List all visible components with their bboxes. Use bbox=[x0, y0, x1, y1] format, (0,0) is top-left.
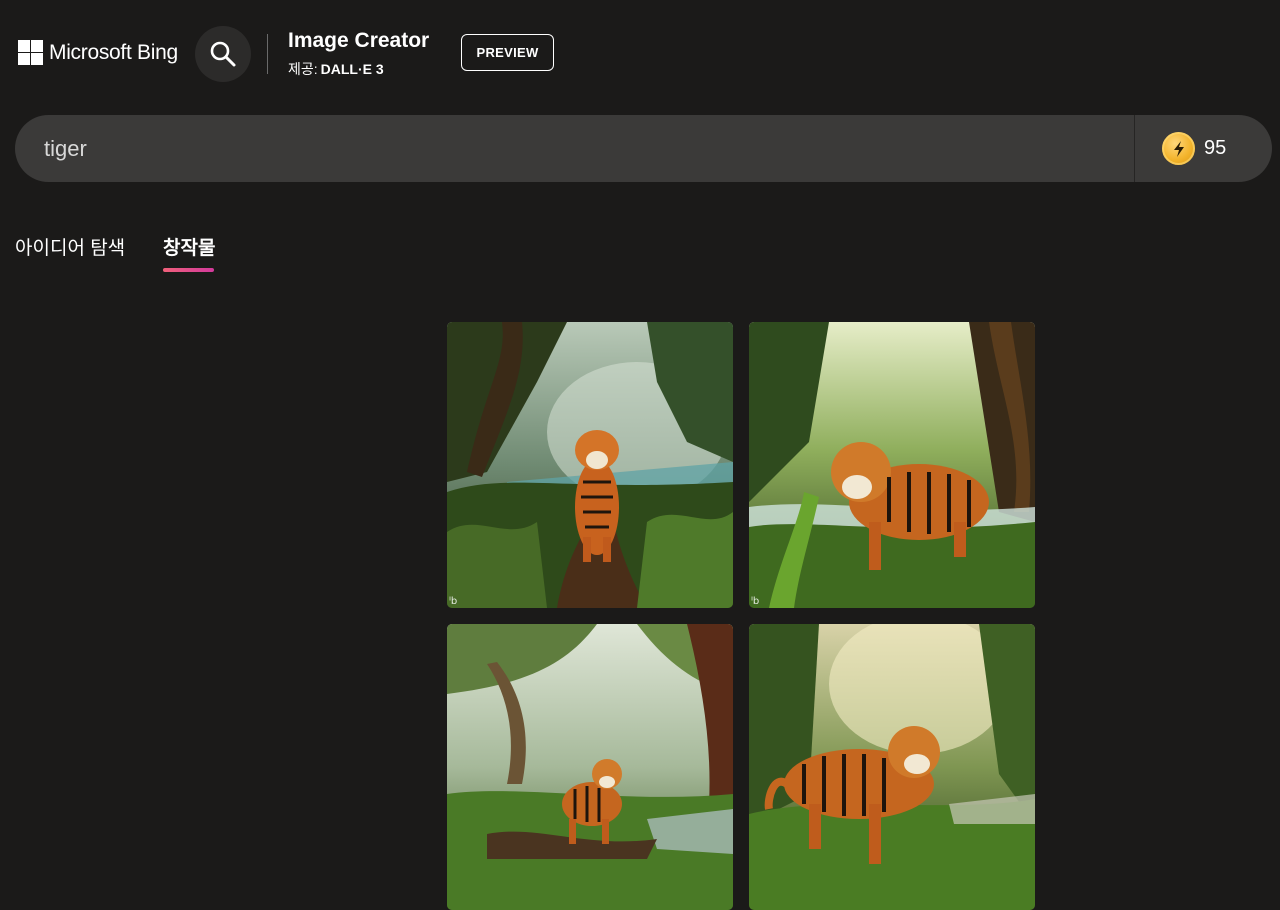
tab-creations[interactable]: 창작물 bbox=[163, 233, 215, 260]
prompt-input[interactable] bbox=[15, 115, 1134, 182]
powered-by-label: 제공: bbox=[288, 61, 318, 77]
generated-image-4[interactable] bbox=[749, 624, 1035, 910]
header: Microsoft Bing Image Creator 제공: DALL·E 3… bbox=[0, 0, 1280, 105]
bing-watermark-icon: ᑊb bbox=[751, 596, 760, 607]
tiger-image-1 bbox=[447, 322, 733, 608]
bing-watermark-icon: ᑊb bbox=[449, 596, 458, 607]
generated-image-3[interactable] bbox=[447, 624, 733, 910]
tiger-image-4 bbox=[749, 624, 1035, 910]
boost-count: 95 bbox=[1204, 137, 1227, 159]
app-title: Image Creator bbox=[288, 29, 430, 52]
powered-by-model: DALL·E 3 bbox=[320, 61, 384, 77]
powered-by: 제공: DALL·E 3 bbox=[288, 59, 384, 79]
generated-image-2[interactable]: ᑊb bbox=[749, 322, 1035, 608]
search-icon bbox=[210, 41, 236, 67]
microsoft-logo-icon bbox=[18, 40, 43, 65]
boosts-counter[interactable]: 95 bbox=[1162, 132, 1226, 165]
search-button[interactable] bbox=[195, 26, 251, 82]
active-tab-indicator bbox=[163, 268, 214, 272]
tab-explore-ideas[interactable]: 아이디어 탐색 bbox=[15, 233, 125, 260]
brand-name: Microsoft Bing bbox=[49, 40, 178, 64]
bing-home-link[interactable]: Microsoft Bing bbox=[18, 40, 178, 65]
tiger-image-2 bbox=[749, 322, 1035, 608]
boost-coin-icon bbox=[1162, 132, 1195, 165]
tiger-image-3 bbox=[447, 624, 733, 910]
prompt-bar-divider bbox=[1134, 115, 1135, 182]
generated-image-1[interactable]: ᑊb bbox=[447, 322, 733, 608]
header-divider bbox=[267, 34, 268, 74]
prompt-bar: 95 bbox=[15, 115, 1272, 182]
preview-button[interactable]: PREVIEW bbox=[461, 34, 554, 71]
